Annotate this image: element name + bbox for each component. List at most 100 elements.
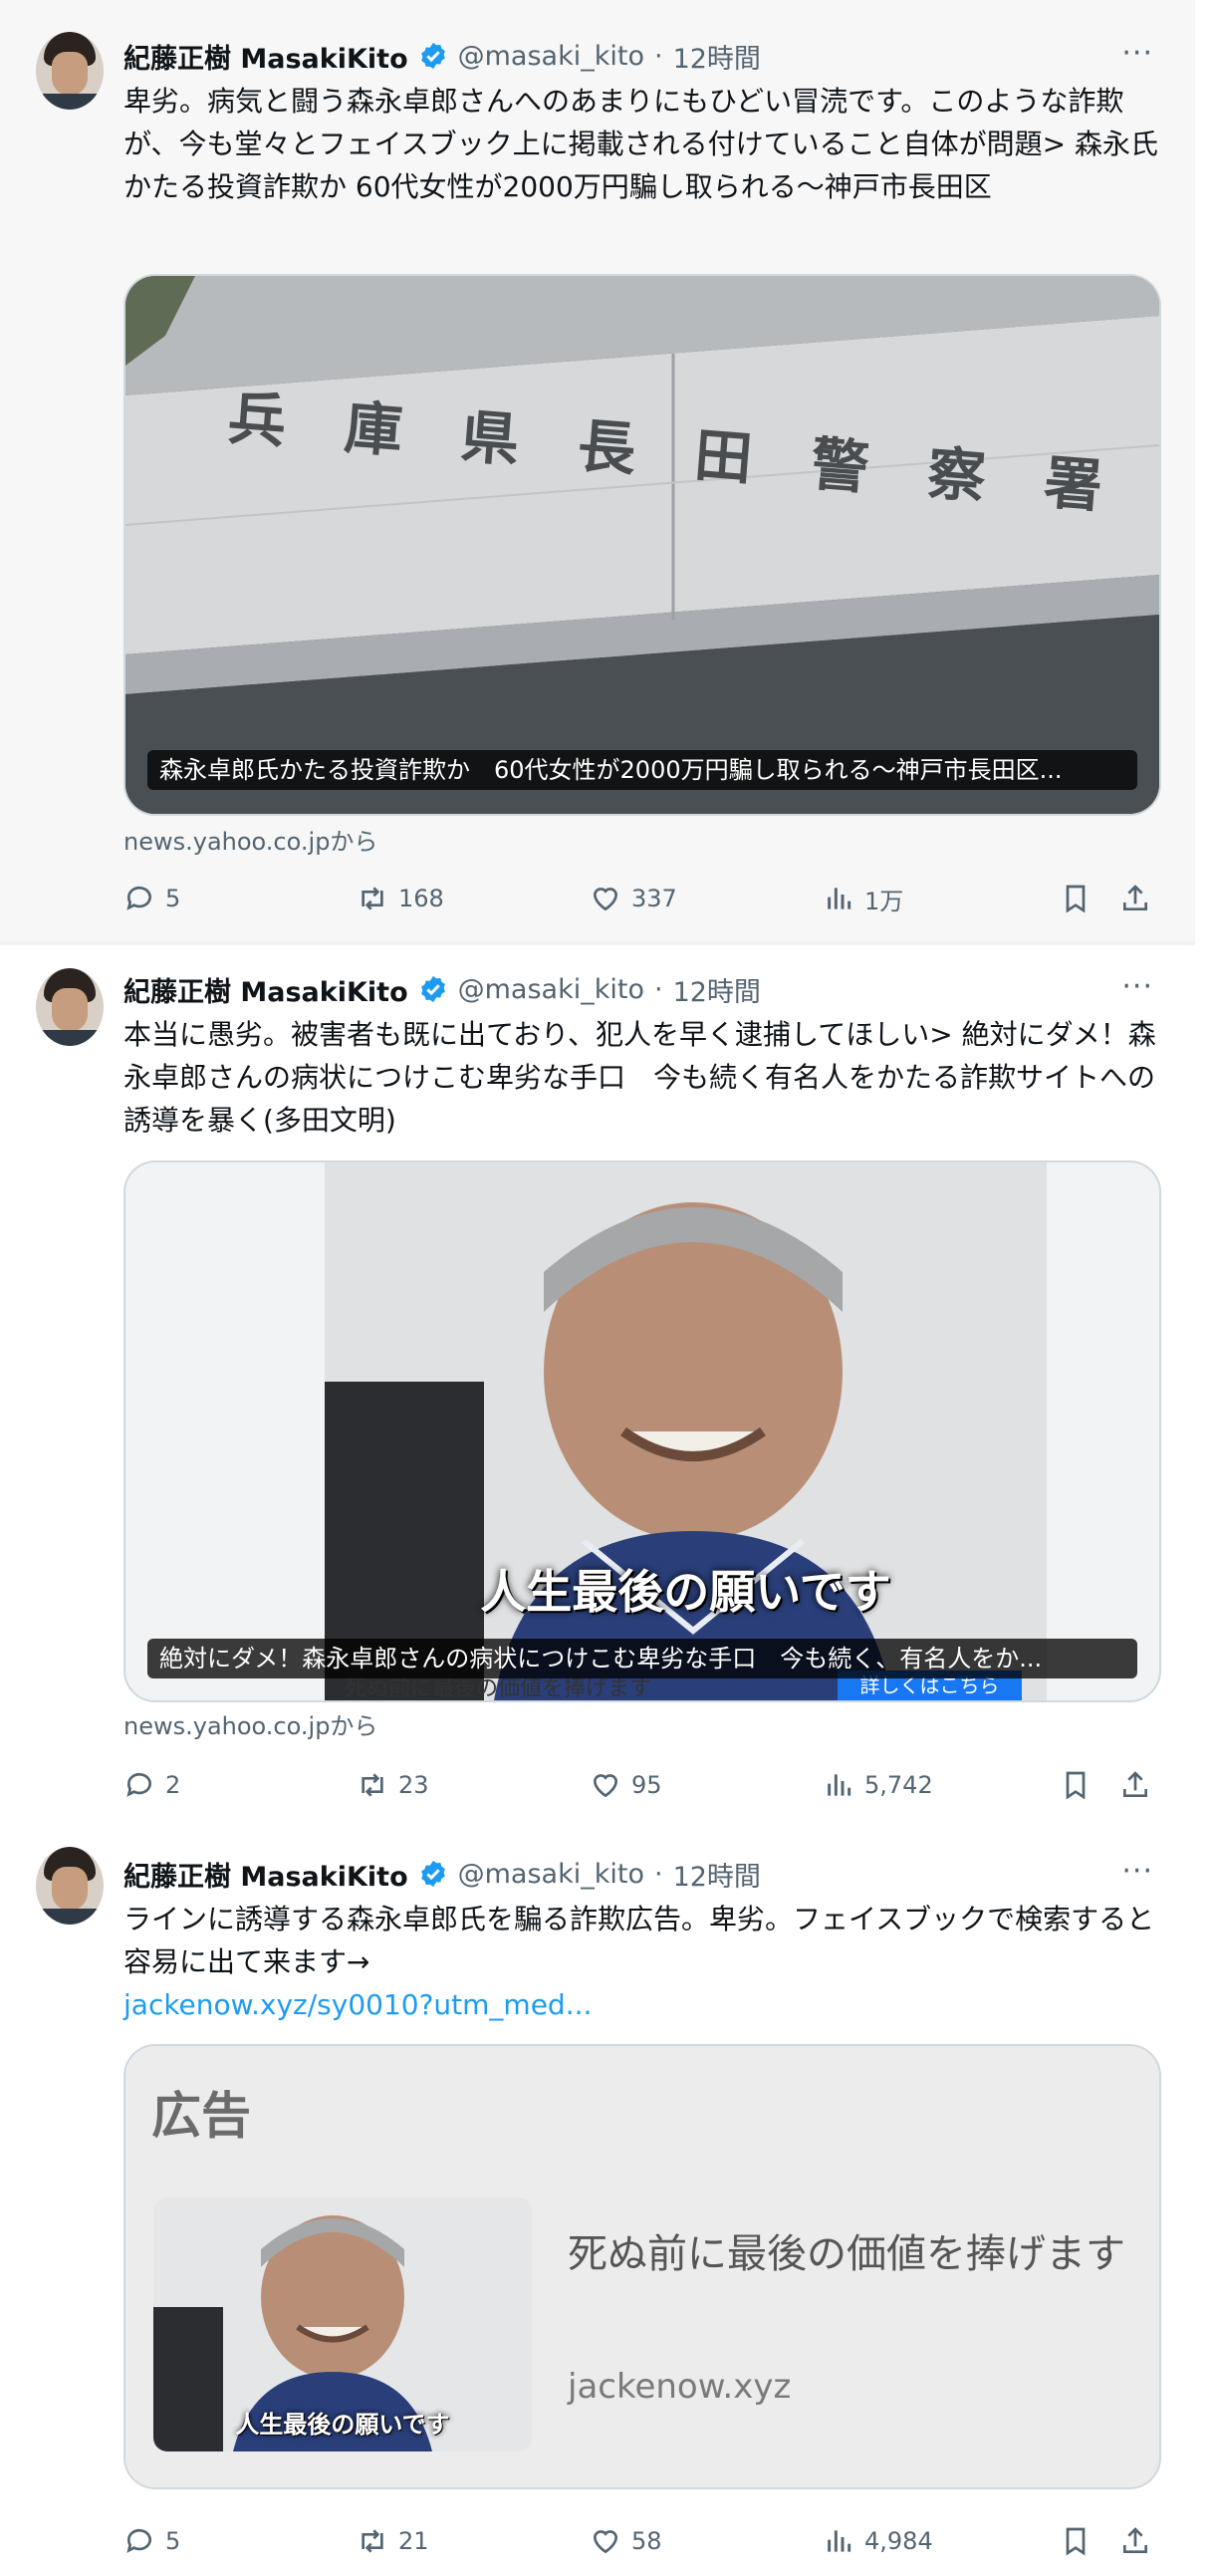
reply-count: 5 (165, 2527, 181, 2555)
views-count: 1万 (864, 887, 904, 915)
more-icon[interactable]: ··· (1121, 36, 1153, 71)
views-icon (828, 888, 851, 909)
tweet[interactable]: 紀藤正樹 MasakiKito @masaki_kito · 12時間 ··· … (0, 945, 1195, 1822)
reply-count: 5 (165, 885, 181, 912)
bookmark-button[interactable] (1060, 879, 1092, 918)
sign-char: 長 (575, 411, 638, 484)
sign-char: 署 (1041, 448, 1105, 521)
action-bar: 5 21 58 4,984 (123, 2521, 1159, 2561)
link-card[interactable]: 人生最後の願いです 死ぬ前に最後の価値を捧げます 詳しくはこちら 絶対にダメ！森… (123, 1160, 1161, 1702)
like-count: 95 (631, 1771, 662, 1799)
tweet-text: ラインに誘導する森永卓郎氏を騙る詐欺広告。卑劣。フェイスブックで検索すると容易に… (123, 1898, 1159, 2026)
views-count: 5,742 (864, 1771, 933, 1799)
tweet-text: 卑劣。病気と闘う森永卓郎さんへのあまりにもひどい冒涜です。このような詐欺が、今も… (123, 85, 1158, 203)
views-button[interactable]: 5,742 (823, 1765, 933, 1805)
share-icon (1123, 885, 1147, 910)
reply-button[interactable]: 2 (123, 1765, 180, 1805)
bookmark-icon (1066, 885, 1086, 913)
sign-char: 察 (924, 438, 989, 512)
ad-card[interactable]: 広告 人生最後の願いです 死ぬ前に最後の価値を捧げます jackenow.xyz (123, 2044, 1161, 2489)
tweet[interactable]: 紀藤正樹 MasakiKito @masaki_kito · 12時間 ··· … (0, 0, 1195, 941)
avatar[interactable] (36, 968, 104, 1046)
card-source[interactable]: news.yahoo.co.jpから (123, 822, 377, 857)
card-image: 人生最後の願いです 死ぬ前に最後の価値を捧げます 詳しくはこちら (325, 1162, 1047, 1700)
avatar[interactable] (36, 1847, 104, 1925)
tweet-link[interactable]: jackenow.xyz/sy0010?utm_med... (123, 1988, 592, 2021)
author-handle[interactable]: @masaki_kito (458, 974, 644, 1005)
card-source[interactable]: news.yahoo.co.jpから (123, 1706, 377, 1741)
retweet-button[interactable]: 168 (357, 879, 444, 918)
like-button[interactable]: 58 (590, 2521, 662, 2561)
share-button[interactable] (1119, 2521, 1151, 2561)
reply-icon (126, 886, 151, 910)
separator-dot: · (653, 40, 663, 72)
share-button[interactable] (1119, 1765, 1151, 1805)
views-count: 4,984 (864, 2527, 933, 2555)
verified-badge-icon (420, 1860, 445, 1888)
verified-badge-icon (420, 42, 445, 70)
views-button[interactable]: 4,984 (823, 2521, 933, 2561)
reply-button[interactable]: 5 (123, 2521, 180, 2561)
views-button[interactable]: 1万 (823, 879, 903, 918)
ad-thumbnail: 人生最後の願いです (153, 2197, 532, 2451)
retweet-button[interactable]: 21 (357, 2521, 429, 2561)
author-handle[interactable]: @masaki_kito (458, 41, 644, 72)
retweet-count: 21 (398, 2527, 429, 2555)
timestamp[interactable]: 12時間 (673, 1855, 761, 1894)
avatar[interactable] (36, 32, 104, 110)
bookmark-icon (1066, 1771, 1086, 1800)
retweet-icon (362, 1773, 383, 1797)
ad-domain: jackenow.xyz (568, 2367, 792, 2407)
more-icon[interactable]: ··· (1121, 1854, 1153, 1889)
sign-char: 県 (458, 402, 522, 475)
like-count: 58 (631, 2527, 662, 2555)
author-name[interactable]: 紀藤正樹 MasakiKito (123, 37, 408, 76)
link-card[interactable]: 兵 庫 県 長 田 警 察 署 森永卓郎氏かたる投資詐欺か 60代女性が2000… (123, 274, 1161, 816)
action-bar: 5 168 337 1万 (123, 879, 1159, 918)
reply-icon (126, 2528, 151, 2553)
retweet-icon (362, 2529, 383, 2553)
share-icon (1123, 2527, 1147, 2553)
sign-char: 兵 (225, 384, 289, 456)
views-icon (828, 2530, 851, 2552)
tweet[interactable]: 紀藤正樹 MasakiKito @masaki_kito · 12時間 ··· … (0, 1822, 1195, 2576)
share-button[interactable] (1119, 879, 1151, 918)
card-caption: 絶対にダメ！森永卓郎さんの病状につけこむ卑劣な手口 今も続く、有名人をか... (147, 1639, 1137, 1678)
retweet-icon (362, 887, 383, 910)
separator-dot: · (653, 973, 663, 1005)
retweet-count: 23 (398, 1771, 429, 1799)
author-handle[interactable]: @masaki_kito (458, 1859, 644, 1890)
retweet-button[interactable]: 23 (357, 1765, 429, 1805)
views-icon (828, 1774, 851, 1796)
sign-char: 庫 (342, 392, 405, 466)
bookmark-button[interactable] (1060, 1765, 1092, 1805)
reply-count: 2 (165, 1771, 181, 1799)
like-icon (593, 888, 618, 911)
sign-char: 田 (691, 420, 755, 493)
video-subtitle: 人生最後の願いです (480, 1565, 891, 1619)
action-bar: 2 23 95 5,742 (123, 1765, 1159, 1805)
like-button[interactable]: 337 (590, 879, 677, 918)
bookmark-button[interactable] (1060, 2521, 1092, 2561)
timestamp[interactable]: 12時間 (673, 970, 761, 1009)
reply-button[interactable]: 5 (123, 879, 180, 918)
bookmark-icon (1066, 2527, 1086, 2556)
separator-dot: · (653, 1858, 663, 1890)
author-name[interactable]: 紀藤正樹 MasakiKito (123, 1855, 408, 1894)
reply-icon (126, 1772, 151, 1797)
like-count: 337 (631, 885, 677, 912)
share-icon (1123, 1771, 1147, 1797)
like-icon (593, 1774, 618, 1798)
like-button[interactable]: 95 (590, 1765, 662, 1805)
author-name[interactable]: 紀藤正樹 MasakiKito (123, 970, 408, 1009)
timestamp[interactable]: 12時間 (673, 37, 761, 76)
ad-thumbnail-text: 人生最後の願いです (235, 2411, 450, 2439)
verified-badge-icon (420, 975, 445, 1003)
like-icon (593, 2530, 618, 2554)
ad-headline: 死ぬ前に最後の価値を捧げます (568, 2231, 1125, 2277)
sign-char: 警 (808, 429, 871, 503)
more-icon[interactable]: ··· (1121, 969, 1153, 1004)
retweet-count: 168 (398, 885, 444, 912)
tweet-body: ラインに誘導する森永卓郎氏を騙る詐欺広告。卑劣。フェイスブックで検索すると容易に… (123, 1903, 1155, 1978)
ad-label: 広告 (151, 2087, 251, 2145)
